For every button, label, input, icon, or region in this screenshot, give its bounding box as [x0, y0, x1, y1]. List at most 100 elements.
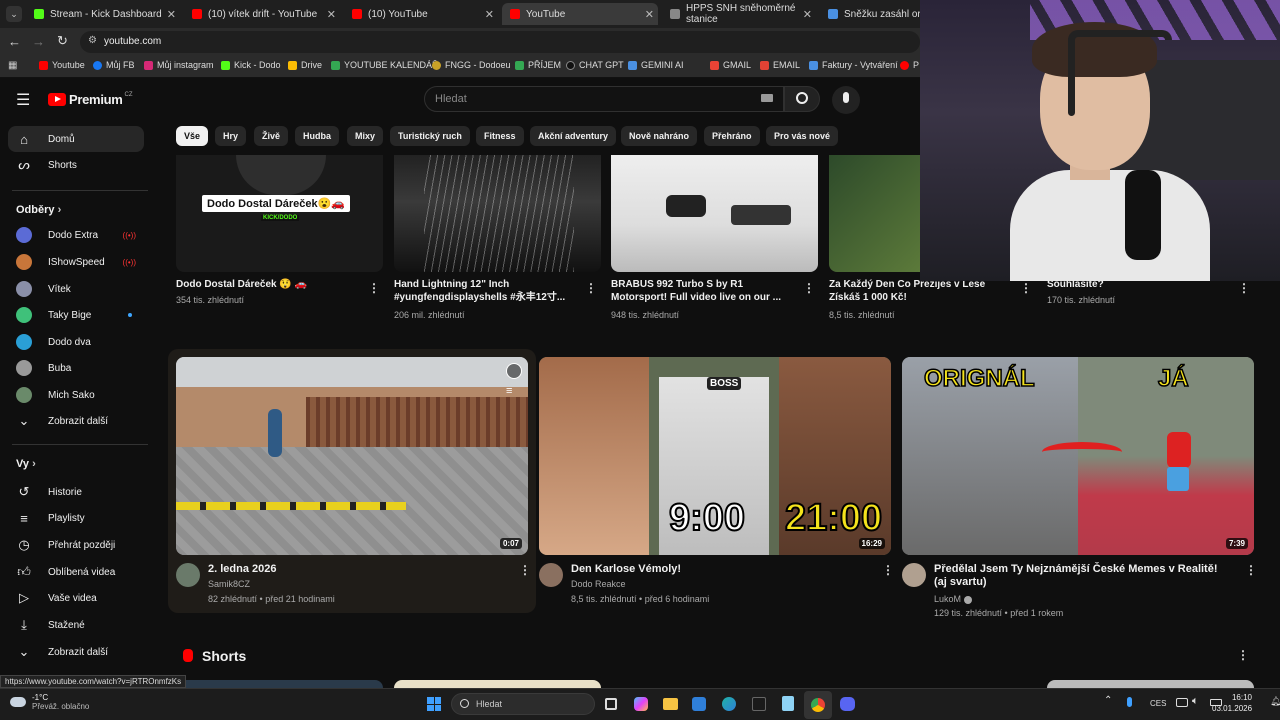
address-field[interactable]: ⚙ youtube.com — [80, 31, 920, 53]
chip-action-adventure[interactable]: Akční adventury — [530, 126, 617, 146]
terminal-icon[interactable] — [752, 697, 766, 711]
channel-name[interactable]: Dodo Reakce — [571, 578, 626, 591]
bookmark-gemini[interactable]: GEMINI AI — [628, 60, 684, 70]
search-button[interactable] — [784, 86, 820, 112]
tab-snezka[interactable]: Sněžku zasáhl orkán, vi — [820, 3, 920, 25]
sidebar-item-liked[interactable]: 👍︎ Oblíbená videa — [8, 559, 144, 585]
sidebar-item-channel[interactable]: Dodo Extra ((•)) — [8, 222, 144, 248]
close-icon[interactable]: ✕ — [485, 8, 494, 21]
tab-hpps[interactable]: HPPS SNH sněhoměrné stanice ✕ — [662, 3, 816, 25]
sidebar-item-channel[interactable]: Buba — [8, 355, 144, 381]
bookmark-fb[interactable]: Můj FB — [93, 60, 135, 70]
sidebar-item-shorts[interactable]: ᔕ Shorts — [8, 152, 144, 178]
network-icon[interactable] — [1176, 698, 1188, 707]
video-thumbnail[interactable] — [611, 155, 818, 272]
add-to-queue-icon[interactable]: ≡ — [506, 385, 512, 397]
avatar[interactable] — [902, 563, 926, 587]
copilot-icon[interactable] — [634, 697, 648, 711]
sidebar-item-show-more[interactable]: ⌄ Zobrazit další — [8, 408, 144, 434]
close-icon[interactable]: ✕ — [803, 8, 812, 21]
short-thumbnail[interactable] — [394, 680, 601, 688]
taskbar-search[interactable]: Hledat — [451, 693, 595, 715]
you-header[interactable]: Vy › — [16, 458, 36, 470]
chip-games[interactable]: Hry — [215, 126, 247, 146]
avatar[interactable] — [176, 563, 200, 587]
search-input[interactable]: Hledat — [424, 86, 784, 112]
voice-search-button[interactable] — [832, 86, 860, 114]
sidebar-item-channel[interactable]: Taky Bige — [8, 302, 144, 328]
reload-icon[interactable]: ↻ — [57, 33, 68, 49]
discord-icon[interactable] — [840, 697, 855, 711]
bookmark-yt-calendar[interactable]: YOUTUBE KALENDÁŘ — [331, 60, 439, 70]
video-thumbnail[interactable]: ≡ 0:07 — [176, 357, 528, 555]
start-button[interactable] — [427, 697, 441, 711]
bookmark-gmail[interactable]: GMAIL — [710, 60, 751, 70]
tab-youtube-active[interactable]: YouTube ✕ — [502, 3, 658, 25]
sidebar-item-channel[interactable]: Mich Sako — [8, 382, 144, 408]
video-thumbnail[interactable] — [394, 155, 601, 272]
bookmark-p[interactable]: P — [900, 60, 919, 70]
chip-tourism[interactable]: Turistický ruch — [390, 126, 470, 146]
watch-later-icon[interactable] — [506, 363, 522, 379]
bookmark-chatgpt[interactable]: CHAT GPT — [566, 60, 624, 70]
close-icon[interactable]: ✕ — [645, 8, 654, 21]
video-title[interactable]: 2. ledna 2026 — [208, 563, 498, 576]
more-options-icon[interactable]: ⋮ — [1020, 281, 1032, 295]
back-icon[interactable]: ← — [8, 34, 21, 49]
more-options-icon[interactable]: ⋮ — [803, 281, 815, 295]
tab-kick-dashboard[interactable]: Stream - Kick Dashboard ✕ — [26, 3, 180, 25]
keyboard-icon[interactable] — [761, 94, 773, 102]
sidebar-item-home[interactable]: ⌂ Domů — [8, 126, 144, 152]
close-icon[interactable]: ✕ — [327, 8, 336, 21]
more-options-icon[interactable]: ⋮ — [519, 563, 531, 577]
sidebar-item-channel[interactable]: Dodo dva — [8, 329, 144, 355]
app-icon[interactable] — [692, 697, 706, 711]
video-thumbnail[interactable]: ORIGNÁL JÁ 7:39 — [902, 357, 1254, 555]
more-options-icon[interactable]: ⋮ — [585, 281, 597, 295]
sidebar-item-playlists[interactable]: ≡ Playlisty — [8, 505, 144, 531]
chip-live[interactable]: Živě — [254, 126, 289, 146]
chip-fitness[interactable]: Fitness — [476, 126, 524, 146]
sidebar-item-downloads[interactable]: ⤓ Stažené — [8, 612, 144, 638]
short-thumbnail[interactable] — [176, 680, 383, 688]
apps-grid-icon[interactable]: ▦ — [8, 60, 17, 71]
video-title[interactable]: Předělal Jsem Ty Nejznámější České Memes… — [934, 563, 1224, 589]
weather-widget[interactable]: -1°C Převáž. oblačno — [10, 693, 89, 711]
short-thumbnail[interactable] — [1047, 680, 1254, 688]
tab-vitek-drift[interactable]: (10) vítek drift - YouTube ✕ — [184, 3, 340, 25]
menu-icon[interactable]: ☰ — [16, 90, 30, 110]
video-thumbnail[interactable]: Dodo Dostal Dáreček😮🚗 KICK/DODO — [176, 155, 383, 272]
bookmark-drive[interactable]: Drive — [288, 60, 322, 70]
notification-icon[interactable]: 🔔︎ — [1270, 696, 1280, 707]
video-thumbnail[interactable]: BOSS 9:00 21:00 16:29 — [539, 357, 891, 555]
sidebar-item-channel[interactable]: IShowSpeed ((•)) — [8, 249, 144, 275]
sidebar-item-your-videos[interactable]: ▷ Vaše videa — [8, 585, 144, 611]
notepad-icon[interactable] — [782, 696, 794, 711]
video-title[interactable]: BRABUS 992 Turbo S by R1 Motorsport! Ful… — [611, 278, 789, 304]
site-info-icon[interactable]: ⚙ — [88, 35, 97, 46]
sidebar-item-history[interactable]: ↺ Historie — [8, 479, 144, 505]
more-options-icon[interactable]: ⋮ — [368, 281, 380, 295]
sidebar-item-watch-later[interactable]: ◷ Přehrát později — [8, 532, 144, 558]
chip-all[interactable]: Vše — [176, 126, 209, 146]
video-title[interactable]: Dodo Dostal Dáreček 😲 🚗 — [176, 278, 356, 291]
more-options-icon[interactable]: ⋮ — [1245, 563, 1257, 577]
bookmark-email[interactable]: EMAIL — [760, 60, 800, 70]
bookmark-fngg[interactable]: FNGG - Dodoeu — [432, 60, 511, 70]
volume-icon[interactable]: 🔈︎ — [1192, 695, 1199, 708]
task-view-icon[interactable] — [605, 698, 617, 710]
bookmark-faktury[interactable]: Faktury - Vytváření — [809, 60, 898, 70]
channel-name[interactable]: LukoM — [934, 593, 972, 606]
chip-music[interactable]: Hudba — [295, 126, 339, 146]
more-options-icon[interactable]: ⋮ — [882, 563, 894, 577]
sidebar-item-show-more-you[interactable]: ⌄ Zobrazit další — [8, 639, 144, 665]
channel-name[interactable]: Samik8CZ — [208, 578, 250, 591]
avatar[interactable] — [539, 563, 563, 587]
bookmark-youtube[interactable]: Youtube — [39, 60, 85, 70]
forward-icon[interactable]: → — [32, 34, 45, 49]
input-language[interactable]: CES — [1150, 699, 1166, 708]
youtube-logo[interactable]: Premium CZ — [48, 92, 133, 107]
bookmark-prijem[interactable]: PŘÍJEM — [515, 60, 561, 70]
edge-icon[interactable] — [722, 697, 736, 711]
video-title[interactable]: Hand Lightning 12" Inch #yungfengdisplay… — [394, 278, 574, 304]
